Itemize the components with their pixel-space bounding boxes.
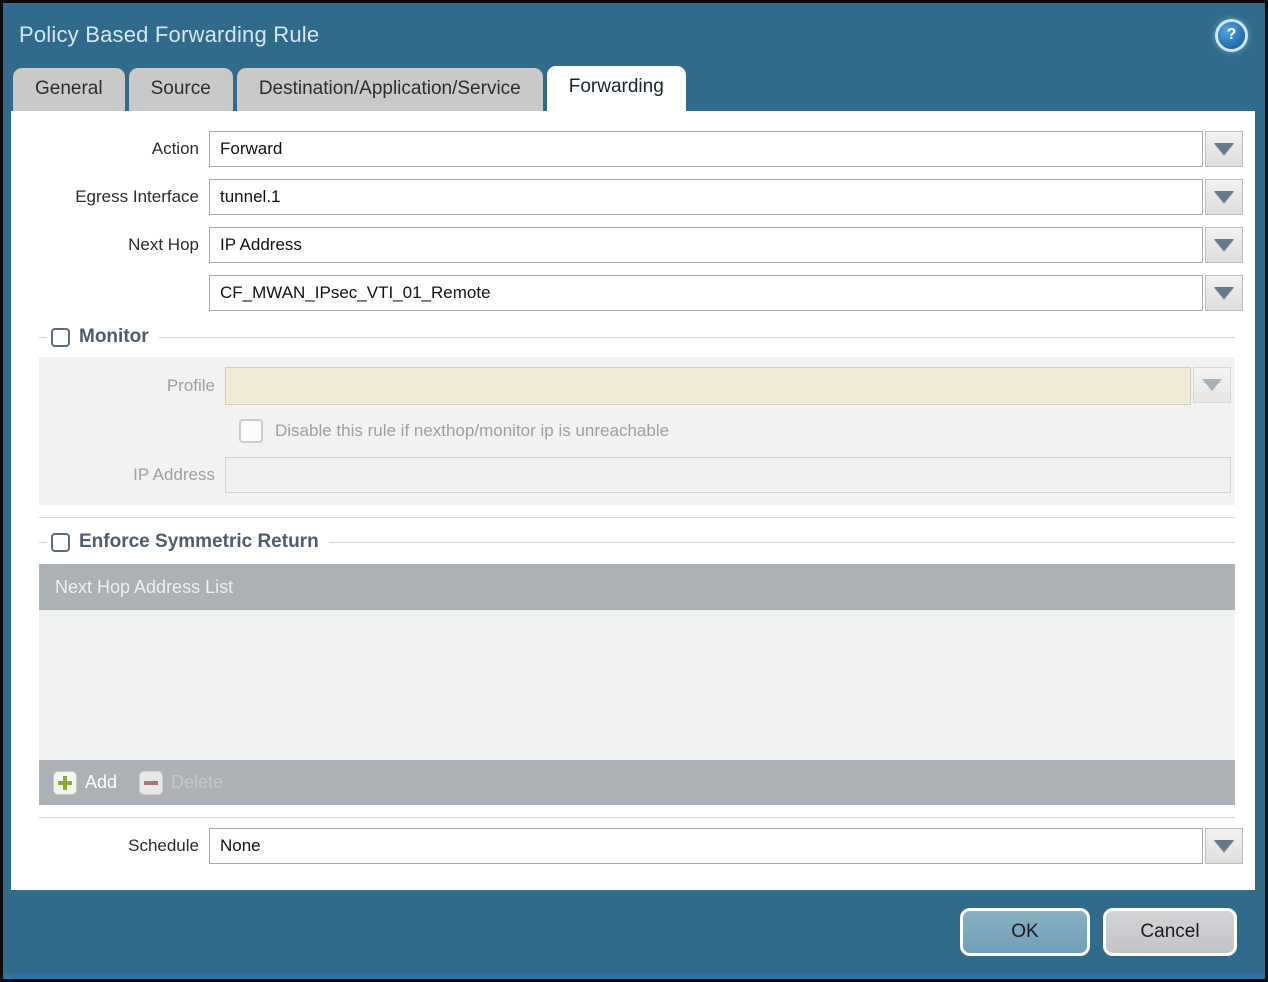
- profile-combo: [225, 367, 1231, 405]
- tab-source[interactable]: Source: [128, 68, 233, 111]
- ok-button[interactable]: OK: [960, 908, 1090, 956]
- monitor-ip-address-row: IP Address: [39, 457, 1231, 493]
- monitor-ip-address-input: [225, 457, 1231, 493]
- dialog-titlebar: Policy Based Forwarding Rule ?: [3, 3, 1265, 61]
- chevron-down-icon: [1214, 287, 1234, 299]
- tab-forwarding[interactable]: Forwarding: [546, 66, 686, 111]
- enforce-fieldset-border: [39, 817, 1235, 818]
- forwarding-tab-panel: Action Egress Interface Next Hop: [11, 111, 1255, 890]
- cancel-button[interactable]: Cancel: [1103, 908, 1237, 956]
- next-hop-address-input[interactable]: [209, 275, 1203, 311]
- next-hop-address-combo: [209, 275, 1243, 311]
- disable-rule-checkbox: [239, 419, 263, 443]
- help-icon[interactable]: ?: [1218, 21, 1245, 49]
- chevron-down-icon: [1214, 143, 1234, 155]
- next-hop-label: Next Hop: [128, 235, 199, 254]
- window-bottom-edge: [3, 974, 1265, 979]
- disable-rule-row: Disable this rule if nexthop/monitor ip …: [235, 419, 1231, 443]
- egress-interface-combo: [209, 179, 1243, 215]
- action-row: Action: [11, 131, 1243, 167]
- next-hop-address-row: [11, 275, 1243, 311]
- next-hop-address-list-table: Next Hop Address List Add Delete: [39, 564, 1235, 805]
- profile-row: Profile: [39, 367, 1231, 405]
- tab-general[interactable]: General: [13, 68, 125, 111]
- delete-button-label: Delete: [171, 772, 224, 792]
- chevron-down-icon: [1202, 379, 1222, 391]
- monitor-fieldset-border: [39, 517, 1235, 518]
- tab-destination-application-service[interactable]: Destination/Application/Service: [236, 68, 543, 111]
- profile-input: [225, 367, 1191, 405]
- next-hop-combo: [209, 227, 1243, 263]
- monitor-fieldset: Monitor Profile Disable this rule if nex…: [39, 323, 1235, 505]
- chevron-down-icon: [1214, 191, 1234, 203]
- egress-interface-row: Egress Interface: [11, 179, 1243, 215]
- egress-interface-input[interactable]: [209, 179, 1203, 215]
- monitor-legend: Monitor: [39, 323, 1235, 351]
- schedule-dropdown-button[interactable]: [1205, 828, 1243, 864]
- action-dropdown-button[interactable]: [1205, 131, 1243, 167]
- add-button-label: Add: [85, 772, 118, 792]
- next-hop-dropdown-button[interactable]: [1205, 227, 1243, 263]
- next-hop-address-dropdown-button[interactable]: [1205, 275, 1243, 311]
- screenshot-frame: Policy Based Forwarding Rule ? General S…: [0, 0, 1268, 982]
- schedule-row: Schedule: [11, 828, 1243, 864]
- dialog-title: Policy Based Forwarding Rule: [19, 22, 320, 47]
- plus-icon: [53, 770, 77, 795]
- tab-bar: General Source Destination/Application/S…: [3, 61, 1265, 111]
- next-hop-input[interactable]: [209, 227, 1203, 263]
- monitor-label: Monitor: [79, 326, 149, 347]
- profile-dropdown-button: [1193, 367, 1231, 403]
- minus-icon: [139, 770, 164, 795]
- enforce-symmetric-return-checkbox[interactable]: [51, 532, 70, 552]
- action-label: Action: [151, 139, 199, 158]
- next-hop-address-list-body[interactable]: [39, 610, 1235, 760]
- monitor-ip-address-label: IP Address: [133, 465, 215, 484]
- schedule-label: Schedule: [128, 836, 199, 855]
- schedule-input[interactable]: [209, 828, 1203, 864]
- enforce-symmetric-return-legend: Enforce Symmetric Return: [39, 528, 1235, 556]
- monitor-panel: Profile Disable this rule if nexthop/mon…: [39, 357, 1235, 505]
- next-hop-address-list-toolbar: Add Delete: [39, 760, 1235, 805]
- add-button[interactable]: Add: [53, 770, 118, 795]
- disable-rule-label: Disable this rule if nexthop/monitor ip …: [275, 421, 670, 440]
- egress-interface-dropdown-button[interactable]: [1205, 179, 1243, 215]
- chevron-down-icon: [1214, 239, 1234, 251]
- chevron-down-icon: [1214, 840, 1234, 852]
- monitor-checkbox[interactable]: [51, 327, 70, 347]
- enforce-symmetric-return-label: Enforce Symmetric Return: [79, 531, 319, 552]
- action-combo: [209, 131, 1243, 167]
- egress-interface-label: Egress Interface: [75, 187, 199, 206]
- delete-button: Delete: [139, 770, 224, 795]
- next-hop-address-list-header: Next Hop Address List: [39, 564, 1235, 610]
- enforce-symmetric-return-fieldset: Enforce Symmetric Return Next Hop Addres…: [39, 528, 1235, 805]
- dialog-footer: OK Cancel: [3, 890, 1265, 974]
- policy-based-forwarding-rule-dialog: Policy Based Forwarding Rule ? General S…: [3, 3, 1265, 979]
- profile-label: Profile: [166, 376, 215, 395]
- schedule-combo: [209, 828, 1243, 864]
- next-hop-row: Next Hop: [11, 227, 1243, 263]
- action-input[interactable]: [209, 131, 1203, 167]
